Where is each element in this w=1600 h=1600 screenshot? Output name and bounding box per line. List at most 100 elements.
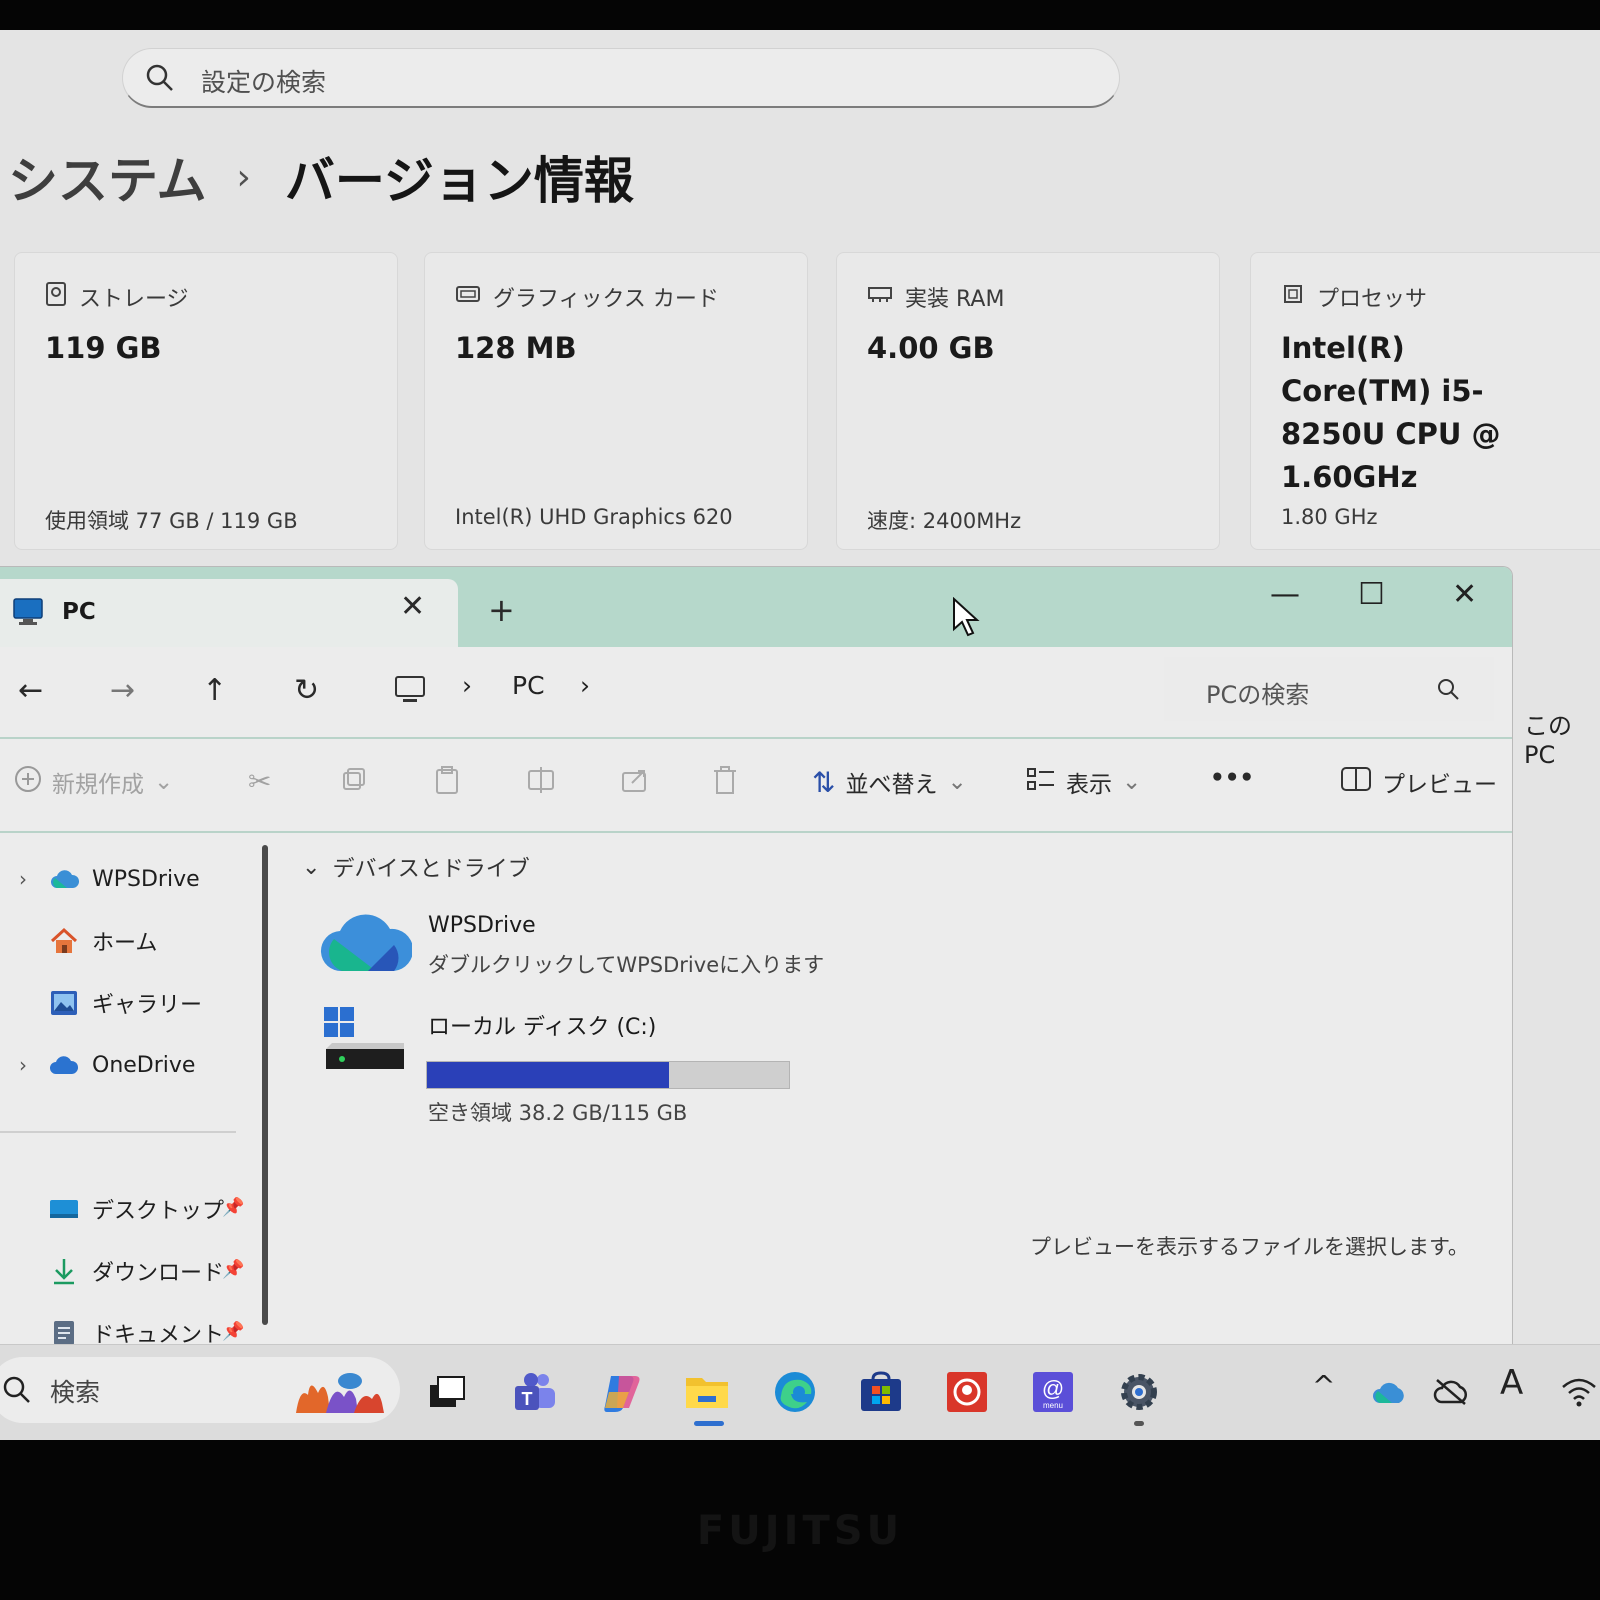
nav-label: WPSDrive [92, 866, 200, 892]
forward-arrow-icon[interactable]: → [110, 673, 135, 708]
preview-label: プレビュー [1382, 772, 1497, 798]
task-view-icon[interactable] [424, 1369, 470, 1415]
nav-item-gallery[interactable]: ギャラリー [0, 983, 202, 1023]
maximize-button[interactable]: ☐ [1358, 577, 1385, 612]
chevron-down-icon: ⌄ [1122, 769, 1142, 795]
tab-pc[interactable]: PC ✕ [0, 579, 458, 647]
drive-name-wpsdrive[interactable]: WPSDrive [428, 913, 536, 938]
wifi-icon[interactable] [1556, 1369, 1600, 1415]
file-explorer-icon[interactable] [684, 1369, 730, 1415]
wpsdrive-tray-icon[interactable] [1366, 1369, 1412, 1415]
drive-sub-local-disk: 空き領域 38.2 GB/115 GB [428, 1101, 688, 1125]
back-arrow-icon[interactable]: ← [18, 673, 43, 708]
nav-item-home[interactable]: ホーム [0, 921, 157, 961]
storage-card[interactable]: ストレージ 119 GB 使用領域 77 GB / 119 GB [14, 252, 398, 550]
onedrive-offline-icon[interactable] [1428, 1369, 1474, 1415]
drive-sub-wpsdrive: ダブルクリックしてWPSDriveに入ります [428, 953, 825, 977]
onedrive-icon [46, 1054, 82, 1076]
path-separator-end[interactable]: › [580, 671, 590, 700]
close-button[interactable]: ✕ [1452, 577, 1477, 612]
settings-search-placeholder: 設定の検索 [201, 68, 327, 97]
breadcrumb-separator: › [236, 156, 251, 198]
breadcrumb: システム › バージョン情報 [8, 142, 634, 212]
bezel-brand-logo: FUJITSU [696, 1508, 904, 1554]
chevron-down-icon: ⌄ [154, 769, 174, 795]
download-icon [46, 1257, 82, 1285]
title-bar[interactable]: PC ✕ + — ☐ ✕ [0, 567, 1512, 647]
mail-menu-icon[interactable]: @ menu [1030, 1369, 1076, 1415]
this-pc-peek-label: この PC [1524, 712, 1572, 769]
pin-icon[interactable]: 📌 [222, 1321, 244, 1342]
nav-item-desktop[interactable]: デスクトップ [0, 1189, 224, 1229]
local-disk-usage-bar [426, 1061, 790, 1089]
ram-card[interactable]: 実装 RAM 4.00 GB 速度: 2400MHz [836, 252, 1220, 550]
preview-pane-button[interactable]: プレビュー [1340, 765, 1497, 799]
settings-gear-icon[interactable] [1116, 1369, 1162, 1415]
screen: 設定の検索 システム › バージョン情報 ストレージ 119 GB 使用領域 7… [0, 30, 1600, 1440]
settings-search-box[interactable]: 設定の検索 [122, 48, 1120, 108]
processor-icon [1281, 282, 1305, 312]
pin-icon[interactable]: 📌 [222, 1259, 244, 1280]
preview-pane-message: プレビューを表示するファイルを選択します。 [1030, 1235, 1469, 1259]
view-list-icon [1026, 766, 1056, 798]
group-header-label: デバイスとドライブ [332, 857, 530, 882]
active-app-indicator [694, 1421, 724, 1426]
nav-item-downloads[interactable]: ダウンロード [0, 1251, 224, 1291]
share-icon[interactable] [620, 765, 650, 795]
delete-icon[interactable] [712, 765, 738, 795]
graphics-card-card[interactable]: グラフィックス カード 128 MB Intel(R) UHD Graphics… [424, 252, 808, 550]
breadcrumb-system-link[interactable]: システム [8, 141, 207, 213]
local-disk-icon[interactable] [322, 1003, 408, 1077]
up-arrow-icon[interactable]: ↑ [202, 673, 227, 708]
processor-card[interactable]: プロセッサ Intel(R) Core(TM) i5-8250U CPU @ 1… [1250, 252, 1600, 550]
graphics-card-label: グラフィックス カード [493, 287, 719, 312]
copilot-icon[interactable] [598, 1369, 644, 1415]
store-icon[interactable] [858, 1369, 904, 1415]
taskbar: 検索 T @ menu ^ A [0, 1344, 1600, 1440]
ram-value: 4.00 GB [867, 331, 995, 365]
wpsdrive-drive-icon[interactable] [320, 905, 414, 979]
app-red-icon[interactable] [944, 1369, 990, 1415]
path-separator[interactable]: › [462, 671, 472, 700]
view-button[interactable]: 表示 ⌄ [1026, 765, 1141, 799]
chevron-down-icon: ⌄ [302, 854, 321, 880]
group-header-devices[interactable]: ⌄ デバイスとドライブ [302, 851, 530, 883]
sort-arrows-icon: ⇅ [812, 765, 836, 799]
copy-icon[interactable] [340, 765, 368, 793]
new-button-label: 新規作成 [52, 772, 144, 798]
new-button[interactable]: 新規作成 ⌄ [14, 765, 173, 799]
tab-title: PC [62, 599, 96, 625]
rename-icon[interactable] [526, 765, 556, 795]
sort-button[interactable]: ⇅ 並べ替え ⌄ [812, 765, 967, 799]
this-pc-monitor-icon[interactable] [394, 675, 426, 709]
ime-indicator[interactable]: A [1500, 1363, 1523, 1403]
explorer-search-input[interactable]: PCの検索 [1164, 657, 1494, 721]
desktop-icon [46, 1197, 82, 1221]
taskbar-search-box[interactable]: 検索 [0, 1357, 400, 1423]
storage-usage: 使用領域 77 GB / 119 GB [45, 509, 298, 533]
pin-icon[interactable]: 📌 [222, 1197, 244, 1218]
sort-label: 並べ替え [845, 772, 938, 798]
tab-close-button[interactable]: ✕ [400, 589, 425, 624]
more-options-button[interactable]: ••• [1210, 765, 1254, 791]
cut-icon[interactable]: ✂ [248, 765, 271, 798]
svg-text:@: @ [1042, 1376, 1064, 1401]
path-pc[interactable]: PC [512, 671, 545, 700]
minimize-button[interactable]: — [1270, 577, 1300, 612]
nav-item-wpsdrive[interactable]: › WPSDrive [0, 859, 200, 899]
nav-pane-scrollbar[interactable] [262, 845, 268, 1325]
paste-icon[interactable] [434, 765, 460, 795]
drive-name-local-disk[interactable]: ローカル ディスク (C:) [428, 1009, 656, 1041]
new-tab-button[interactable]: + [488, 591, 515, 629]
nav-item-onedrive[interactable]: › OneDrive [0, 1045, 195, 1085]
tray-overflow-button[interactable]: ^ [1312, 1369, 1335, 1402]
nav-label: ダウンロード [92, 1261, 225, 1286]
teams-icon[interactable]: T [512, 1369, 558, 1415]
home-icon [46, 927, 82, 955]
refresh-icon[interactable]: ↻ [294, 673, 319, 708]
address-bar-row: ← → ↑ ↻ › PC › PCの検索 [0, 647, 1512, 739]
page-title: バージョン情報 [284, 152, 634, 210]
view-label: 表示 [1066, 772, 1112, 798]
gallery-icon [46, 989, 82, 1017]
edge-icon[interactable] [772, 1369, 818, 1415]
